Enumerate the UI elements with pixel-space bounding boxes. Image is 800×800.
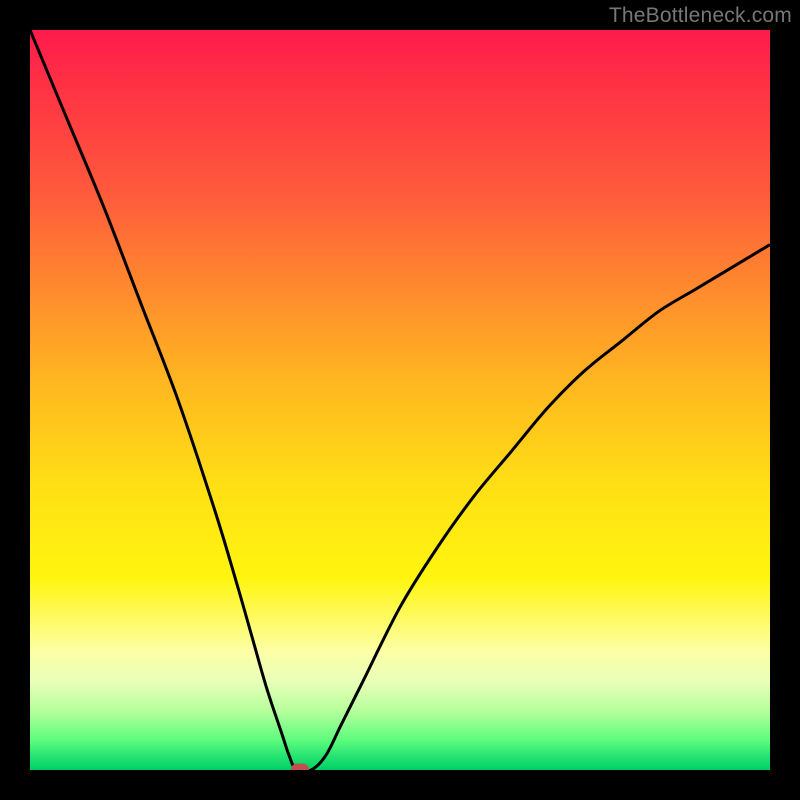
plot-area <box>30 30 770 770</box>
minimum-marker <box>291 764 309 771</box>
curve-path <box>30 30 770 770</box>
bottleneck-curve <box>30 30 770 770</box>
watermark-text: TheBottleneck.com <box>609 4 792 28</box>
chart-frame: TheBottleneck.com <box>0 0 800 800</box>
